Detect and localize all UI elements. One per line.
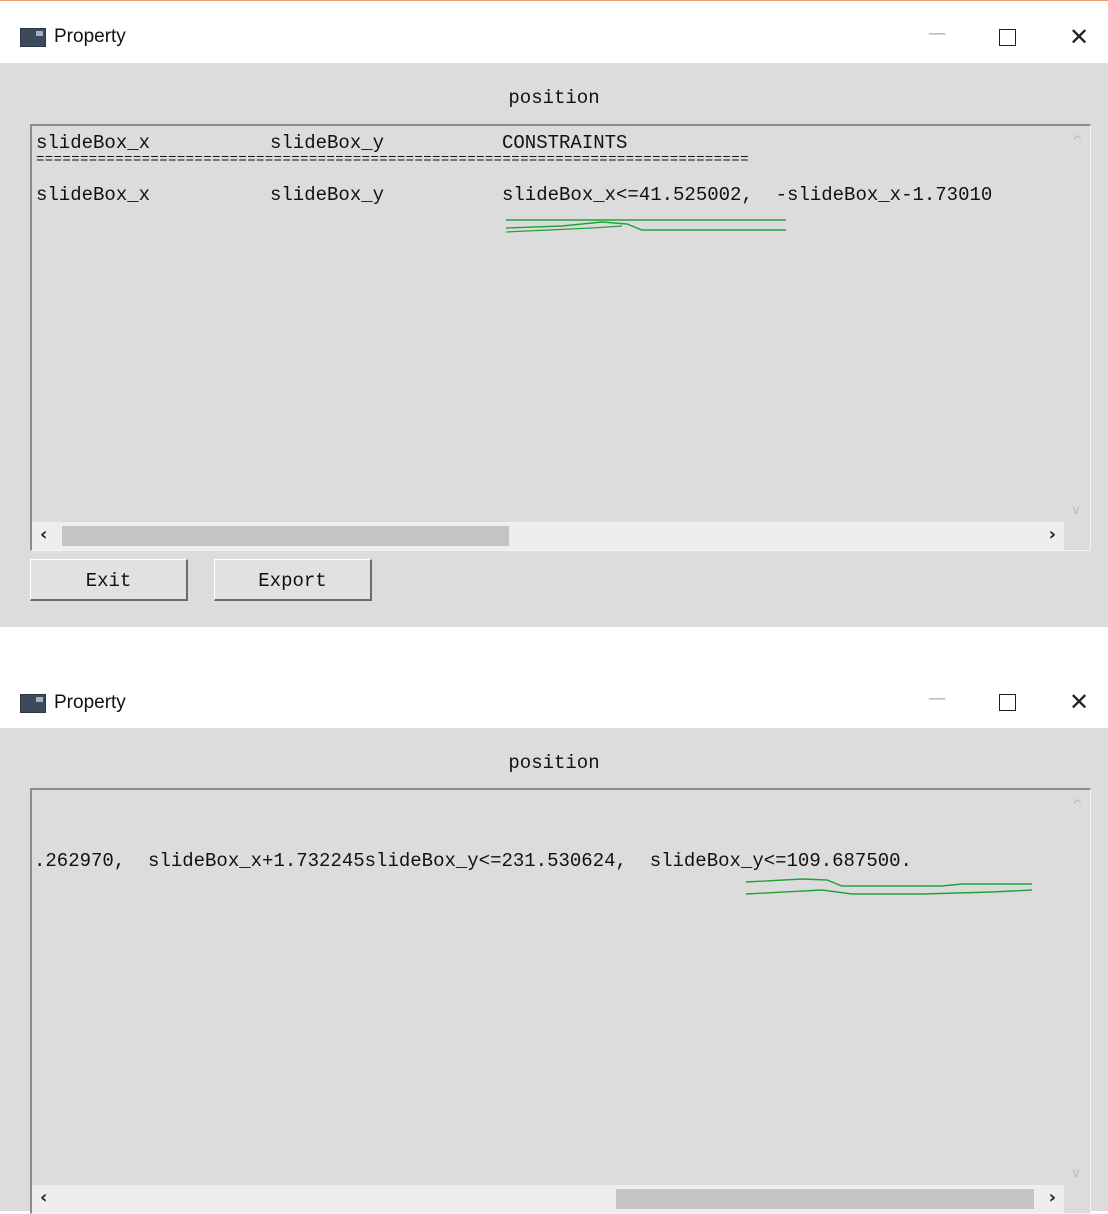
- title-bar[interactable]: Property — ✕: [0, 680, 1108, 728]
- scroll-down-icon[interactable]: v: [1072, 1166, 1080, 1181]
- scroll-thumb[interactable]: [616, 1189, 1034, 1209]
- scroll-right-icon[interactable]: ›: [1049, 524, 1056, 545]
- section-heading: position: [508, 87, 600, 109]
- scroll-left-icon[interactable]: ‹: [40, 1187, 47, 1208]
- horizontal-scrollbar[interactable]: ‹ ›: [32, 1185, 1064, 1213]
- close-icon[interactable]: ✕: [1056, 688, 1102, 718]
- minimize-icon[interactable]: —: [914, 688, 960, 718]
- header-col-constraints: CONSTRAINTS: [502, 132, 628, 154]
- header-col-y: slideBox_y: [270, 132, 385, 154]
- close-icon[interactable]: ✕: [1056, 23, 1102, 53]
- scroll-left-icon[interactable]: ‹: [40, 524, 47, 545]
- app-icon: [20, 28, 46, 47]
- maximize-icon[interactable]: [984, 688, 1030, 718]
- app-icon: [20, 694, 46, 713]
- row-col-y: slideBox_y: [270, 184, 385, 206]
- vertical-scrollbar[interactable]: ^ v: [1064, 790, 1090, 1185]
- green-underline-annotation: [505, 219, 786, 233]
- horizontal-scrollbar[interactable]: ‹ ›: [32, 522, 1064, 550]
- constraints-text-area[interactable]: slideBox_x slideBox_y CONSTRAINTS ======…: [30, 124, 1091, 551]
- minimize-icon[interactable]: —: [914, 23, 960, 53]
- window-title: Property: [54, 692, 126, 713]
- constraints-line: .262970, slideBox_x+1.732245slideBox_y<=…: [34, 850, 912, 872]
- title-bar[interactable]: Property — ✕: [0, 1, 1108, 63]
- scroll-up-icon[interactable]: ^: [1072, 134, 1083, 149]
- maximize-icon[interactable]: [984, 23, 1030, 53]
- green-underline-annotation: [745, 878, 1033, 895]
- row-col-constraints: slideBox_x<=41.525002, -slideBox_x-1.730…: [502, 184, 993, 206]
- export-button[interactable]: Export: [214, 559, 372, 601]
- vertical-scrollbar[interactable]: ^ v: [1064, 126, 1090, 522]
- property-window-bottom: Property — ✕ position .262970, slideBox_…: [0, 680, 1108, 1214]
- property-window-top: Property — ✕ position slideBox_x slideBo…: [0, 0, 1108, 627]
- scroll-right-icon[interactable]: ›: [1049, 1187, 1056, 1208]
- constraints-text-area[interactable]: .262970, slideBox_x+1.732245slideBox_y<=…: [30, 788, 1091, 1214]
- window-title: Property: [54, 26, 126, 47]
- scroll-thumb[interactable]: [62, 526, 510, 546]
- exit-button[interactable]: Exit: [30, 559, 188, 601]
- section-heading: position: [508, 752, 600, 774]
- row-col-x: slideBox_x: [36, 184, 151, 206]
- scroll-up-icon[interactable]: ^: [1072, 798, 1083, 813]
- header-col-x: slideBox_x: [36, 132, 151, 154]
- scroll-down-icon[interactable]: v: [1072, 503, 1080, 518]
- separator-line: ========================================…: [36, 152, 749, 168]
